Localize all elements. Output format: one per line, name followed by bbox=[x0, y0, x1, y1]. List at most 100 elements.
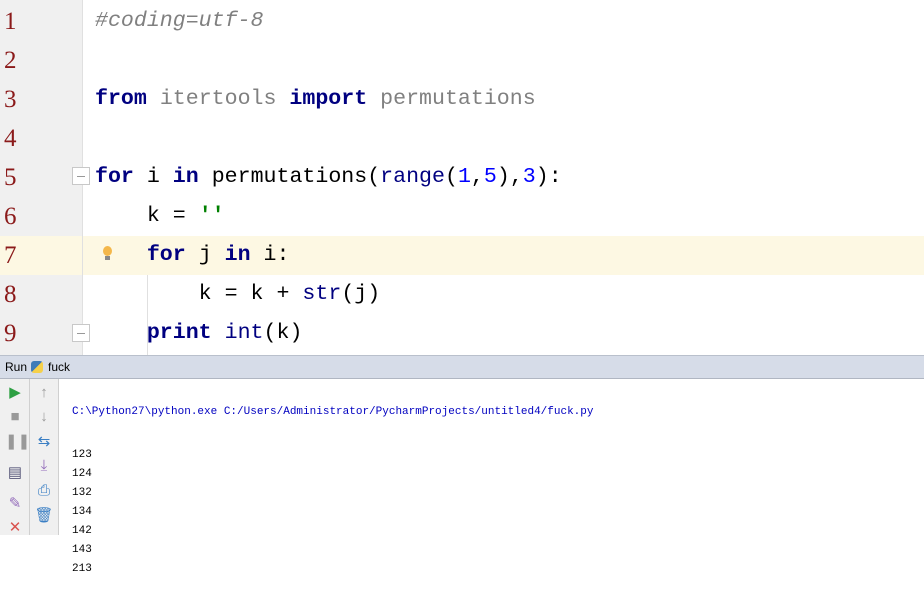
console-command: C:\Python27\python.exe C:/Users/Administ… bbox=[72, 406, 594, 418]
code-token: in bbox=[224, 243, 251, 267]
code-token: j bbox=[198, 243, 212, 267]
code-editor[interactable]: 1 2 3 4 5 6 7 8 9 #coding=utf-8 from ite… bbox=[0, 0, 924, 355]
code-token: print bbox=[146, 321, 212, 345]
code-line[interactable]: #coding=utf-8 bbox=[83, 2, 924, 41]
console-line: 123 bbox=[72, 449, 92, 461]
code-token: ( bbox=[367, 165, 381, 189]
code-token: : bbox=[548, 165, 562, 189]
code-token: int bbox=[224, 321, 264, 345]
code-line[interactable]: k = '' bbox=[83, 197, 924, 236]
console-line: 132 bbox=[72, 487, 92, 499]
code-token: itertools bbox=[159, 87, 277, 111]
console-line: 143 bbox=[72, 544, 92, 556]
print-icon[interactable]: ⎙ bbox=[34, 481, 54, 501]
code-token: + bbox=[276, 282, 290, 306]
console-line: 142 bbox=[72, 525, 92, 537]
code-line[interactable]: for i in permutations(range(1,5),3): bbox=[83, 158, 924, 197]
rerun-icon[interactable]: ▶ bbox=[5, 383, 25, 403]
code-token: k bbox=[250, 282, 264, 306]
line-number: 4 bbox=[4, 125, 17, 152]
run-panel-header: Run fuck bbox=[0, 355, 924, 379]
line-number: 9 bbox=[4, 320, 17, 347]
console-line: 213 bbox=[72, 563, 92, 575]
code-token: for bbox=[95, 165, 134, 189]
code-token: 1 bbox=[457, 165, 471, 189]
trash-icon[interactable]: 🗑 bbox=[34, 506, 54, 526]
code-token: '' bbox=[198, 204, 225, 228]
code-token: str bbox=[302, 282, 342, 306]
arrow-down-icon[interactable]: ↓ bbox=[34, 407, 54, 427]
code-token: = bbox=[224, 282, 238, 306]
code-token: for bbox=[146, 243, 186, 267]
code-token: , bbox=[509, 165, 523, 189]
code-token: ( bbox=[263, 321, 277, 345]
code-line-current[interactable]: for j in i: bbox=[83, 236, 924, 275]
line-number: 7 bbox=[4, 242, 17, 269]
lightbulb-icon[interactable] bbox=[103, 246, 112, 260]
code-token: ( bbox=[444, 165, 458, 189]
soft-wrap-icon[interactable]: ⇆ bbox=[34, 432, 54, 452]
code-token: i bbox=[263, 243, 277, 267]
fold-toggle[interactable] bbox=[72, 324, 90, 342]
line-number: 3 bbox=[4, 86, 17, 113]
line-number: 2 bbox=[4, 47, 17, 74]
run-label: Run bbox=[5, 360, 28, 374]
stop-icon[interactable]: ■ bbox=[5, 407, 25, 427]
line-number: 1 bbox=[4, 8, 17, 35]
comment: #coding=utf-8 bbox=[95, 9, 264, 33]
code-token: : bbox=[276, 243, 290, 267]
console-toolbar: ↑ ↓ ⇆ ⤓ ⎙ 🗑 bbox=[30, 379, 59, 535]
code-token: ) bbox=[367, 282, 381, 306]
code-line[interactable]: print int(k) bbox=[83, 314, 924, 353]
code-token: j bbox=[354, 282, 368, 306]
indent-guide bbox=[147, 275, 148, 355]
code-token: 5 bbox=[483, 165, 497, 189]
code-token: 3 bbox=[522, 165, 536, 189]
arrow-up-icon[interactable]: ↑ bbox=[34, 383, 54, 403]
console-line: 124 bbox=[72, 468, 92, 480]
code-token: range bbox=[380, 165, 445, 189]
code-token: in bbox=[172, 165, 199, 189]
code-token: ) bbox=[289, 321, 303, 345]
code-line[interactable]: from itertools import permutations bbox=[83, 80, 924, 119]
code-token: permutations bbox=[211, 165, 368, 189]
python-icon bbox=[31, 361, 43, 373]
line-number: 5 bbox=[4, 164, 17, 191]
run-config-name[interactable]: fuck bbox=[48, 356, 70, 378]
line-number: 6 bbox=[4, 203, 17, 230]
line-number: 8 bbox=[4, 281, 17, 308]
console-output[interactable]: C:\Python27\python.exe C:/Users/Administ… bbox=[72, 379, 924, 575]
close-icon[interactable]: ✕ bbox=[5, 518, 25, 538]
code-token: i bbox=[146, 165, 160, 189]
code-token: from bbox=[95, 87, 147, 111]
code-token: = bbox=[172, 204, 186, 228]
code-line[interactable]: k = k + str(j) bbox=[83, 275, 924, 314]
fold-toggle[interactable] bbox=[72, 167, 90, 185]
scroll-to-end-icon[interactable]: ⤓ bbox=[34, 456, 54, 476]
pin-icon[interactable]: ✎ bbox=[5, 494, 25, 514]
code-token: ) bbox=[535, 165, 549, 189]
pause-icon[interactable]: ❚❚ bbox=[5, 432, 30, 452]
layout-icon[interactable]: ▤ bbox=[5, 463, 25, 483]
run-toolbar: ▶ ■ ❚❚ ▤ ✎ ✕ bbox=[0, 379, 30, 538]
code-token: ( bbox=[341, 282, 355, 306]
console-line: 134 bbox=[72, 506, 92, 518]
code-token: ) bbox=[496, 165, 510, 189]
code-token: import bbox=[289, 87, 368, 111]
